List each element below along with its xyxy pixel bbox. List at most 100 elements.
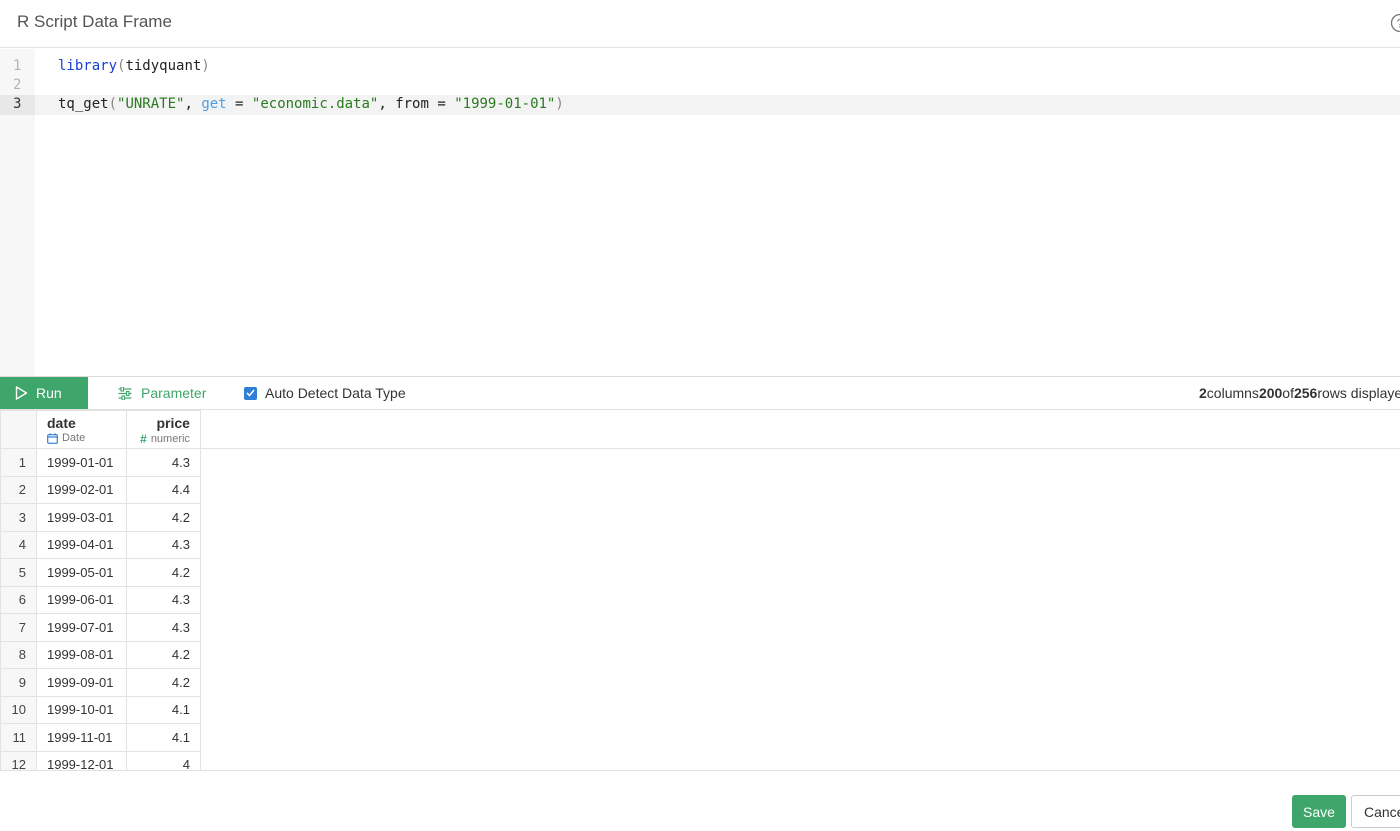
parameter-button[interactable]: Parameter xyxy=(118,377,206,409)
table-row[interactable]: 4 1999-04-01 4.3 xyxy=(0,530,1400,559)
date-cell[interactable]: 1999-07-01 xyxy=(35,613,127,642)
help-circle-icon[interactable]: ? xyxy=(1390,13,1400,33)
row-filler xyxy=(200,696,1400,724)
column-header-date[interactable]: date Date xyxy=(35,410,127,449)
price-cell[interactable]: 4.3 xyxy=(125,448,201,477)
of-word: of xyxy=(1282,385,1294,401)
code-token-operator: = xyxy=(226,96,252,112)
table-row[interactable]: 3 1999-03-01 4.2 xyxy=(0,503,1400,532)
code-line-1[interactable]: library(tidyquant) xyxy=(58,57,210,76)
code-token-identifier: tidyquant xyxy=(125,58,202,74)
row-filler xyxy=(200,449,1400,477)
sliders-icon xyxy=(118,386,132,400)
table-row[interactable]: 7 1999-07-01 4.3 xyxy=(0,613,1400,642)
svg-text:?: ? xyxy=(1397,17,1400,31)
price-cell[interactable]: 4.3 xyxy=(125,530,201,559)
date-cell[interactable]: 1999-03-01 xyxy=(35,503,127,532)
column-name: date xyxy=(46,415,76,431)
table-header-row: date Date price # numeric xyxy=(0,410,1400,449)
price-cell[interactable]: 4.2 xyxy=(125,640,201,669)
row-filler xyxy=(200,559,1400,587)
code-token-string: "economic.data" xyxy=(251,96,379,112)
column-name: price xyxy=(156,415,190,431)
auto-detect-data-type-toggle[interactable]: Auto Detect Data Type xyxy=(244,377,406,409)
price-cell[interactable]: 4.1 xyxy=(125,723,201,752)
table-row[interactable]: 12 1999-12-01 4 xyxy=(0,750,1400,770)
column-type: # numeric xyxy=(127,432,190,446)
cancel-button[interactable]: Cancel xyxy=(1351,795,1400,828)
row-filler xyxy=(200,724,1400,752)
date-cell[interactable]: 1999-01-01 xyxy=(35,448,127,477)
column-type-label: Date xyxy=(61,432,86,444)
table-body: 1 1999-01-01 4.3 2 1999-02-01 4.4 3 1999-03-01 4… xyxy=(0,448,1400,770)
save-button[interactable]: Save xyxy=(1292,795,1346,828)
dialog-header: R Script Data Frame ? xyxy=(0,0,1400,48)
column-header-price[interactable]: price # numeric xyxy=(125,410,201,449)
price-cell[interactable]: 4.2 xyxy=(125,558,201,587)
table-row[interactable]: 2 1999-02-01 4.4 xyxy=(0,475,1400,504)
code-token-operator: = xyxy=(428,96,455,112)
parameter-button-label: Parameter xyxy=(141,385,207,401)
row-filler xyxy=(200,586,1400,614)
run-button[interactable]: Run xyxy=(0,377,88,409)
row-index-cell: 3 xyxy=(0,503,37,532)
line-number: 1 xyxy=(13,58,22,74)
date-cell[interactable]: 1999-05-01 xyxy=(35,558,127,587)
row-index-cell: 8 xyxy=(0,640,37,669)
line-number-active: 3 xyxy=(13,96,22,112)
data-table: date Date price # numeric 1 1999-01-01 4… xyxy=(0,410,1400,770)
code-token-paren: ) xyxy=(555,96,564,112)
row-index-cell: 12 xyxy=(0,750,37,770)
column-type-label: numeric xyxy=(150,433,190,445)
run-button-label: Run xyxy=(36,385,62,401)
code-editor[interactable]: 1 2 3 library(tidyquant) tq_get("UNRATE"… xyxy=(0,49,1400,376)
table-row[interactable]: 5 1999-05-01 4.2 xyxy=(0,558,1400,587)
rows-word: rows displayed xyxy=(1317,385,1400,401)
columns-word: columns xyxy=(1206,385,1259,401)
price-cell[interactable]: 4.3 xyxy=(125,613,201,642)
row-filler xyxy=(200,669,1400,697)
row-index-cell: 4 xyxy=(0,530,37,559)
code-token-string: "UNRATE" xyxy=(117,96,185,112)
table-row[interactable]: 1 1999-01-01 4.3 xyxy=(0,448,1400,477)
row-filler xyxy=(200,614,1400,642)
page-title: R Script Data Frame xyxy=(17,12,172,31)
date-cell[interactable]: 1999-09-01 xyxy=(35,668,127,697)
auto-detect-label: Auto Detect Data Type xyxy=(265,385,406,401)
row-index-cell: 7 xyxy=(0,613,37,642)
table-row[interactable]: 8 1999-08-01 4.2 xyxy=(0,640,1400,669)
date-cell[interactable]: 1999-06-01 xyxy=(35,585,127,614)
auto-detect-checkbox[interactable] xyxy=(244,386,257,400)
price-cell[interactable]: 4.3 xyxy=(125,585,201,614)
price-cell[interactable]: 4.2 xyxy=(125,503,201,532)
table-row[interactable]: 10 1999-10-01 4.1 xyxy=(0,695,1400,724)
row-index-cell: 10 xyxy=(0,695,37,724)
price-cell[interactable]: 4.1 xyxy=(125,695,201,724)
table-row[interactable]: 6 1999-06-01 4.3 xyxy=(0,585,1400,614)
price-cell[interactable]: 4.2 xyxy=(125,668,201,697)
code-line-3[interactable]: tq_get("UNRATE", get = "economic.data", … xyxy=(58,95,564,114)
price-cell[interactable]: 4 xyxy=(125,750,201,770)
table-row[interactable]: 9 1999-09-01 4.2 xyxy=(0,668,1400,697)
price-cell[interactable]: 4.4 xyxy=(125,475,201,504)
code-token-argument: from xyxy=(395,96,429,112)
date-cell[interactable]: 1999-12-01 xyxy=(35,750,127,770)
code-token-paren: ) xyxy=(201,58,210,74)
code-token-function: tq_get xyxy=(58,96,109,112)
row-filler xyxy=(200,504,1400,532)
date-cell[interactable]: 1999-02-01 xyxy=(35,475,127,504)
checkmark-icon xyxy=(246,389,255,397)
row-index-cell: 9 xyxy=(0,668,37,697)
calendar-icon xyxy=(47,432,58,444)
code-token-comma: , xyxy=(378,96,396,112)
date-cell[interactable]: 1999-04-01 xyxy=(35,530,127,559)
date-cell[interactable]: 1999-10-01 xyxy=(35,695,127,724)
date-cell[interactable]: 1999-11-01 xyxy=(35,723,127,752)
table-row[interactable]: 11 1999-11-01 4.1 xyxy=(0,723,1400,752)
data-preview-grid[interactable]: date Date price # numeric 1 1999-01-01 4… xyxy=(0,410,1400,771)
r-script-dialog: R Script Data Frame ? 1 2 3 library(tidy… xyxy=(0,0,1400,831)
date-cell[interactable]: 1999-08-01 xyxy=(35,640,127,669)
column-type: Date xyxy=(47,432,126,444)
row-filler xyxy=(200,476,1400,504)
code-token-string: "1999-01-01" xyxy=(454,96,556,112)
